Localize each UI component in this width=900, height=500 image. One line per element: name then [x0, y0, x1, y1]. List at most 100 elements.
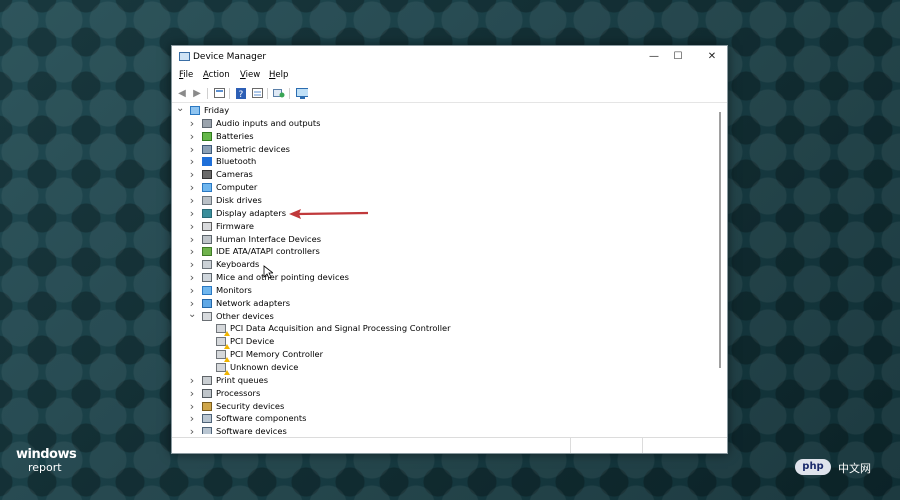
tree-item[interactable]: › Software components — [173, 412, 703, 425]
monitor-toolbar-icon[interactable] — [296, 87, 308, 99]
printer-icon — [202, 375, 212, 385]
expand-chevron-icon[interactable]: › — [188, 245, 196, 258]
tree-item[interactable]: › Network adapters — [173, 297, 703, 310]
back-icon[interactable]: ◀ — [176, 87, 188, 99]
window-title: Device Manager — [193, 52, 267, 62]
tree-item[interactable]: › Keyboards — [173, 258, 703, 271]
processor-icon — [202, 388, 212, 398]
collapse-chevron-icon[interactable]: ⌄ — [176, 104, 184, 115]
tree-item-label: Batteries — [216, 130, 254, 141]
tree-item[interactable]: › Monitors — [173, 284, 703, 297]
tree-item[interactable]: › Biometric devices — [173, 143, 703, 156]
menu-action[interactable]: Action — [203, 70, 230, 80]
annotation-arrow — [289, 209, 369, 219]
tree-item[interactable]: › Bluetooth — [173, 155, 703, 168]
tree-item-label: Cameras — [216, 169, 253, 180]
expand-chevron-icon[interactable]: › — [188, 168, 196, 181]
tree-child-item[interactable]: PCI Memory Controller — [173, 348, 703, 363]
collapse-chevron-icon[interactable]: ⌄ — [188, 308, 196, 321]
tree-item[interactable]: › Print queues — [173, 374, 703, 387]
security-icon — [202, 401, 212, 411]
vertical-scrollbar[interactable] — [716, 104, 726, 436]
tree-item[interactable]: › Computer — [173, 181, 703, 194]
tree-item-label: Network adapters — [216, 297, 291, 308]
tree-item-label: Firmware — [216, 220, 255, 231]
expand-chevron-icon[interactable]: › — [188, 207, 196, 220]
details-view-icon[interactable] — [251, 87, 263, 99]
expand-chevron-icon[interactable]: › — [188, 387, 196, 400]
tree-item[interactable]: › Software devices — [173, 425, 703, 434]
expand-chevron-icon[interactable]: › — [188, 194, 196, 207]
expand-chevron-icon[interactable]: › — [188, 233, 196, 246]
windows-report-logo: windows report — [16, 447, 77, 474]
computer-root-icon — [190, 106, 200, 115]
expand-chevron-icon[interactable]: › — [188, 117, 196, 130]
properties-sheet-icon[interactable] — [213, 87, 225, 99]
close-button[interactable]: ✕ — [703, 50, 721, 64]
tree-root[interactable]: ⌄ Friday — [173, 104, 703, 117]
expand-chevron-icon[interactable]: › — [188, 400, 196, 413]
minimize-button[interactable]: — — [645, 50, 663, 64]
tree-item[interactable]: › Firmware — [173, 220, 703, 233]
expand-chevron-icon[interactable]: › — [188, 258, 196, 271]
tree-item-label: Keyboards — [216, 259, 260, 270]
tree-child-label: Unknown device — [230, 362, 299, 372]
tree-item[interactable]: › Security devices — [173, 400, 703, 413]
tree-child-item[interactable]: Unknown device — [173, 361, 703, 375]
expand-chevron-icon[interactable]: › — [188, 374, 196, 387]
tree-item[interactable]: › Cameras — [173, 168, 703, 181]
menu-file[interactable]: File — [179, 70, 193, 80]
warning-device-icon — [216, 350, 230, 363]
scrollbar-thumb[interactable] — [719, 112, 721, 368]
tree-item-label: Security devices — [216, 400, 285, 411]
tree-item[interactable]: › Processors — [173, 387, 703, 400]
expand-chevron-icon[interactable]: › — [188, 130, 196, 143]
menu-bar: File Action View Help — [172, 69, 727, 83]
menu-view[interactable]: View — [240, 70, 260, 80]
tree-item[interactable]: › Display adapters — [173, 207, 703, 220]
tree-item-label: Biometric devices — [216, 143, 291, 154]
battery-icon — [202, 131, 212, 141]
expand-chevron-icon[interactable]: › — [188, 425, 196, 434]
help-icon[interactable]: ? — [235, 87, 247, 99]
expand-chevron-icon[interactable]: › — [188, 412, 196, 425]
forward-icon[interactable]: ▶ — [191, 87, 203, 99]
tree-item[interactable]: › Audio inputs and outputs — [173, 117, 703, 130]
tree-item[interactable]: ⌄ Other devices — [173, 308, 703, 323]
expand-chevron-icon[interactable]: › — [188, 155, 196, 168]
tree-item-label: Monitors — [216, 284, 252, 295]
expand-chevron-icon[interactable]: › — [188, 181, 196, 194]
unknown-device-icon — [202, 311, 212, 321]
tree-child-label: PCI Memory Controller — [230, 349, 324, 360]
tree-item-label: Processors — [216, 387, 261, 398]
warning-device-icon — [216, 337, 230, 350]
camera-icon — [202, 170, 212, 180]
tree-item[interactable]: › Batteries — [173, 130, 703, 143]
php-cn-label: 中文网 — [838, 462, 871, 475]
status-bar — [172, 437, 727, 453]
tree-item-label: Print queues — [216, 374, 269, 385]
tree-item-label: Audio inputs and outputs — [216, 117, 321, 128]
expand-chevron-icon[interactable]: › — [188, 220, 196, 233]
component-icon — [202, 414, 212, 424]
tree-item[interactable]: › Disk drives — [173, 194, 703, 207]
menu-help[interactable]: Help — [269, 70, 288, 80]
title-bar[interactable]: Device Manager — ☐ ✕ — [172, 46, 727, 68]
tree-item-label: IDE ATA/ATAPI controllers — [216, 246, 320, 257]
maximize-button[interactable]: ☐ — [669, 50, 687, 64]
expand-chevron-icon[interactable]: › — [188, 284, 196, 297]
tree-item[interactable]: › Human Interface Devices — [173, 233, 703, 246]
tree-item[interactable]: › Mice and other pointing devices — [173, 271, 703, 284]
disk-icon — [202, 195, 212, 205]
tree-child-item[interactable]: PCI Device — [173, 335, 703, 350]
expand-chevron-icon[interactable]: › — [188, 143, 196, 156]
expand-chevron-icon[interactable]: › — [188, 271, 196, 284]
tree-item[interactable]: › IDE ATA/ATAPI controllers — [173, 245, 703, 258]
tree-item-label: Bluetooth — [216, 156, 257, 167]
tree-item-label: Mice and other pointing devices — [216, 272, 349, 283]
tree-item-label: Display adapters — [216, 207, 287, 218]
display-adapter-icon — [202, 208, 212, 218]
scan-hardware-icon[interactable] — [273, 87, 285, 99]
tree-child-item[interactable]: PCI Data Acquisition and Signal Processi… — [173, 322, 703, 337]
tree-item-label: Software devices — [216, 426, 287, 434]
